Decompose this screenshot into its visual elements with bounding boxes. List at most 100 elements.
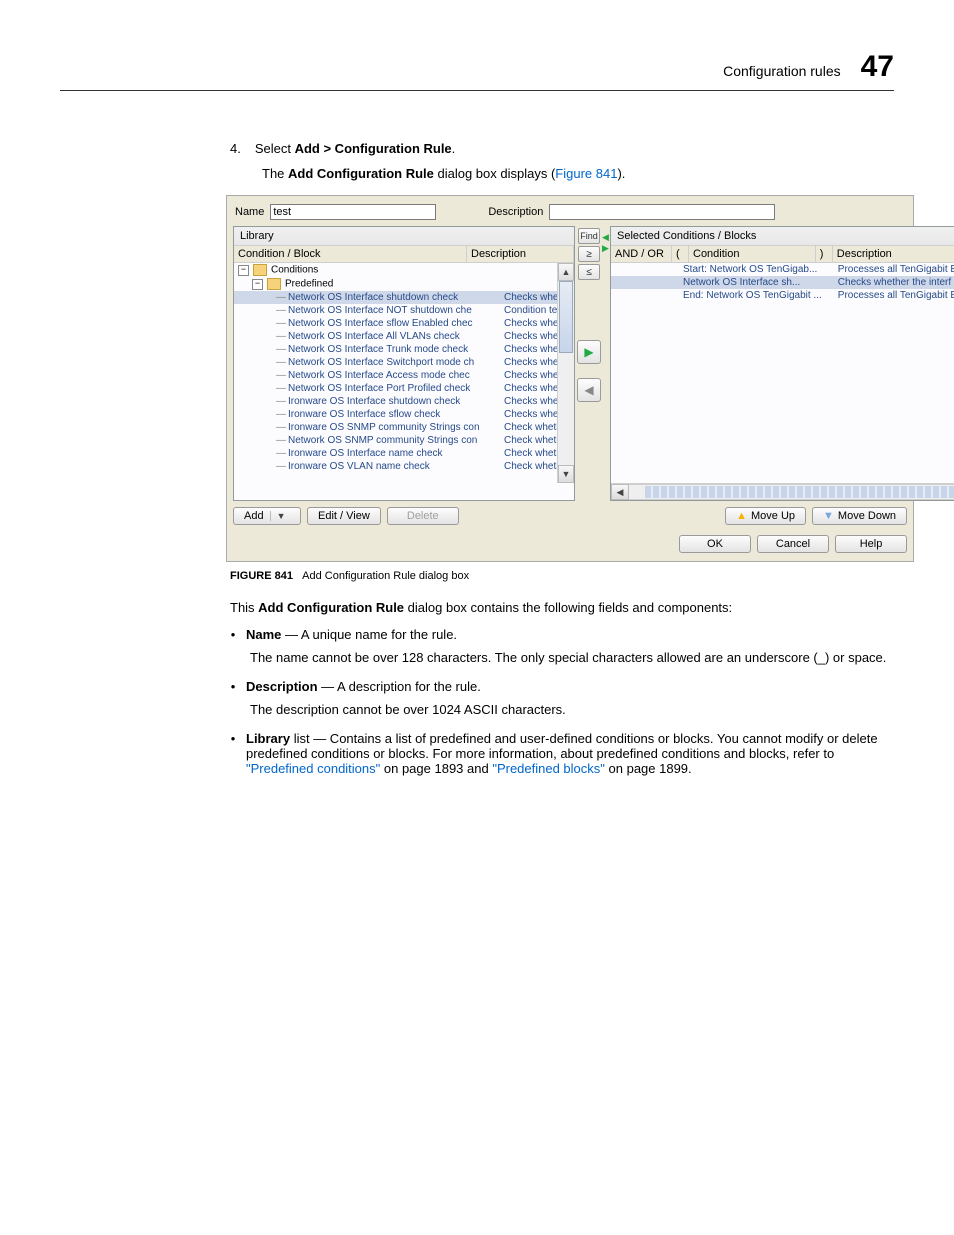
tree-row[interactable]: —Network OS Interface All VLANs checkChe… [234, 330, 574, 343]
col-paren-open[interactable]: ( [672, 246, 689, 262]
tree-row[interactable]: —Network OS Interface Access mode checCh… [234, 369, 574, 382]
bullet-library-mid1: on page 1893 and [380, 761, 492, 776]
description-field[interactable] [549, 204, 775, 220]
move-up-icon: ▲ [736, 510, 747, 522]
col-description-right[interactable]: Description [833, 246, 954, 262]
tree-row[interactable]: —Network OS Interface shutdown checkChec… [234, 291, 574, 304]
find-next-icon[interactable]: ≥ [578, 246, 600, 262]
cell-rp2 [826, 289, 834, 302]
selected-row[interactable]: Start: Network OS TenGigab...Processes a… [611, 263, 954, 276]
step-subtext: The Add Configuration Rule dialog box di… [230, 166, 894, 181]
name-field[interactable] [270, 204, 436, 220]
remove-from-selected-button[interactable]: ◀ [577, 378, 601, 402]
intro-paragraph: This Add Configuration Rule dialog box c… [230, 600, 894, 615]
tree-row[interactable]: —Network OS Interface Port Profiled chec… [234, 382, 574, 395]
bullet-description-sub: The description cannot be over 1024 ASCI… [230, 702, 894, 717]
cell-rp2 [826, 263, 834, 276]
tree-row[interactable]: —Network OS Interface NOT shutdown cheCo… [234, 304, 574, 317]
page-header-title: Configuration rules [723, 63, 841, 79]
scroll-up-icon[interactable]: ▲ [558, 263, 574, 281]
tree-row[interactable]: − Conditions [234, 263, 574, 277]
ok-button[interactable]: OK [679, 535, 751, 553]
col-and-or[interactable]: AND / OR [611, 246, 672, 262]
tree-item-label: Network OS Interface Trunk mode check [288, 344, 468, 355]
library-scrollbar[interactable]: ▲ ▼ [557, 263, 574, 483]
cell-rp2 [826, 276, 834, 289]
tree-row[interactable]: —Ironware OS SNMP community Strings conC… [234, 421, 574, 434]
tree-item-label: Conditions [271, 265, 318, 276]
selected-panel: Selected Conditions / Blocks AND / OR ( … [610, 226, 954, 501]
tree-row[interactable]: —Ironware OS Interface shutdown checkChe… [234, 395, 574, 408]
add-button[interactable]: Add ▼ [233, 507, 301, 525]
move-down-label: Move Down [838, 510, 896, 522]
scrollbar-thumb[interactable] [559, 281, 573, 353]
tree-row[interactable]: —Ironware OS Interface sflow checkChecks… [234, 408, 574, 421]
figure-caption: FIGURE 841 Add Configuration Rule dialog… [230, 570, 894, 582]
selected-panel-title: Selected Conditions / Blocks [611, 227, 954, 246]
col-condition-block[interactable]: Condition / Block [234, 246, 467, 262]
tree-branch-icon: — [276, 305, 286, 316]
predefined-conditions-link[interactable]: "Predefined conditions" [246, 761, 380, 776]
tree-item-label: Ironware OS SNMP community Strings con [288, 422, 480, 433]
tree-item-label: Network OS Interface Switchport mode ch [288, 357, 474, 368]
tree-item-label: Ironware OS VLAN name check [288, 461, 430, 472]
library-tree[interactable]: −Conditions−Predefined—Network OS Interf… [234, 263, 574, 483]
find-button[interactable]: Find [578, 228, 600, 244]
bullet-dot: • [230, 731, 236, 776]
tree-branch-icon: — [276, 357, 286, 368]
col-condition[interactable]: Condition [689, 246, 816, 262]
hscroll-track[interactable] [645, 486, 954, 498]
tree-branch-icon: — [276, 461, 286, 472]
expand-icon[interactable]: − [238, 265, 249, 276]
hscroll-left-icon[interactable]: ◀ [611, 484, 629, 500]
cell-r3: Processes all TenGigabit E [834, 263, 954, 276]
tree-row[interactable]: —Network OS SNMP community Strings conCh… [234, 434, 574, 447]
step-number: 4. [230, 141, 241, 156]
bullet-name: • Name — A unique name for the rule. [230, 627, 894, 642]
move-up-button[interactable]: ▲Move Up [725, 507, 806, 525]
predefined-blocks-link[interactable]: "Predefined blocks" [492, 761, 605, 776]
delete-button[interactable]: Delete [387, 507, 459, 525]
bullet-library-bold: Library [246, 731, 290, 746]
tree-row[interactable]: —Ironware OS Interface name checkCheck w… [234, 447, 574, 460]
move-down-button[interactable]: ▼ Move Down [812, 507, 907, 525]
selected-hscrollbar[interactable]: ◀ ▶ [611, 483, 954, 500]
col-paren-close[interactable]: ) [816, 246, 833, 262]
figure-link[interactable]: Figure 841 [555, 166, 617, 181]
find-prev-icon[interactable]: ≤ [578, 264, 600, 280]
intro-suffix: dialog box contains the following fields… [404, 600, 732, 615]
tree-row[interactable]: —Network OS Interface Trunk mode checkCh… [234, 343, 574, 356]
splitter[interactable]: ◀ ▶ [603, 226, 608, 501]
expand-icon[interactable]: − [252, 279, 263, 290]
sub-bold: Add Configuration Rule [288, 166, 434, 181]
bullet-name-sub: The name cannot be over 128 characters. … [230, 650, 894, 665]
move-down-icon: ▼ [823, 510, 834, 522]
folder-icon [253, 264, 267, 276]
splitter-right-icon: ▶ [602, 243, 609, 254]
tree-item-label: Ironware OS Interface shutdown check [288, 396, 460, 407]
tree-row[interactable]: —Network OS Interface Switchport mode ch… [234, 356, 574, 369]
tree-item-label: Network OS Interface Access mode chec [288, 370, 470, 381]
selected-row[interactable]: Network OS Interface sh...Checks whether… [611, 276, 954, 289]
tree-branch-icon: — [276, 448, 286, 459]
add-to-selected-button[interactable]: ▶ [577, 340, 601, 364]
bullet-library-mid2: on page 1899. [605, 761, 692, 776]
header-rule [60, 90, 894, 91]
edit-view-button[interactable]: Edit / View [307, 507, 381, 525]
cell-r1 [611, 276, 671, 289]
selected-row[interactable]: End: Network OS TenGigabit ...Processes … [611, 289, 954, 302]
tree-row[interactable]: —Ironware OS VLAN name checkCheck whethe… [234, 460, 574, 473]
tree-row[interactable]: —Network OS Interface sflow Enabled chec… [234, 317, 574, 330]
bullet-description: • Description — A description for the ru… [230, 679, 894, 694]
tree-branch-icon: — [276, 435, 286, 446]
scroll-down-icon[interactable]: ▼ [558, 465, 574, 483]
selected-rows[interactable]: Start: Network OS TenGigab...Processes a… [611, 263, 954, 483]
bullet-desc-rest: — A description for the rule. [318, 679, 481, 694]
col-description-left[interactable]: Description [467, 246, 574, 262]
cancel-button[interactable]: Cancel [757, 535, 829, 553]
tree-item-label: Ironware OS Interface name check [288, 448, 443, 459]
add-dropdown-icon[interactable]: ▼ [270, 511, 286, 521]
help-button[interactable]: Help [835, 535, 907, 553]
tree-row[interactable]: −Predefined [234, 277, 574, 291]
cell-r2: Network OS Interface sh... [679, 276, 826, 289]
